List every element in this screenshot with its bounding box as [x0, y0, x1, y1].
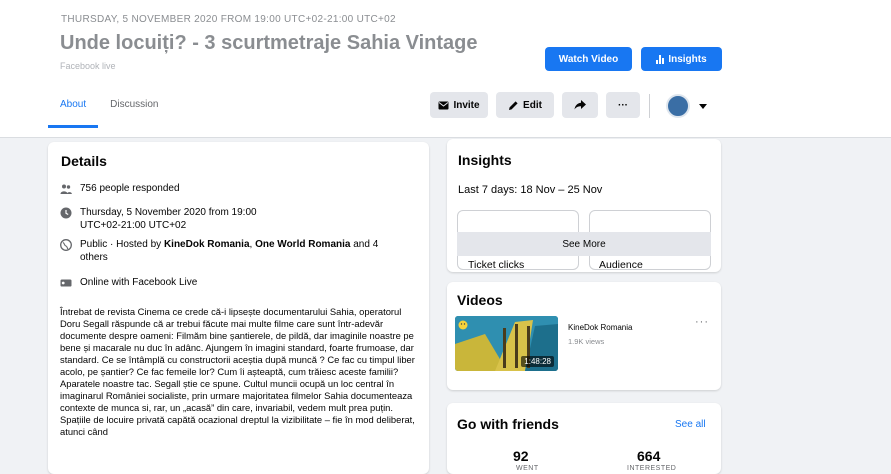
watch-video-button[interactable]: Watch Video [545, 47, 632, 71]
bar-chart-icon [656, 54, 665, 64]
envelope-icon [438, 101, 449, 109]
thumbnail-emoji-icon [458, 320, 468, 330]
see-all-link[interactable]: See all [675, 419, 706, 430]
responded-row: 756 people responded [60, 182, 410, 195]
people-icon [60, 184, 72, 194]
event-date: THURSDAY, 5 NOVEMBER 2020 FROM 19:00 UTC… [61, 14, 396, 25]
host-text: Public · Hosted by KineDok Romania, One … [80, 239, 379, 263]
watch-video-label: Watch Video [558, 53, 619, 65]
invite-label: Invite [453, 99, 480, 111]
event-description: Întrebat de revista Cinema ce crede că-i… [60, 306, 415, 437]
went-count[interactable]: 92 [513, 448, 529, 464]
host-row: Public · Hosted by KineDok Romania, One … [60, 238, 380, 264]
friends-title: Go with friends [457, 416, 559, 432]
insights-date-range: Last 7 days: 18 Nov – 25 Nov [458, 184, 603, 196]
online-text: Online with Facebook Live [80, 277, 198, 288]
insights-button-label: Insights [668, 53, 707, 65]
insights-title: Insights [458, 152, 512, 168]
event-subtitle: Facebook live [60, 61, 116, 71]
clock-icon [60, 207, 72, 219]
went-label: WENT [516, 465, 539, 472]
toolbar-divider [649, 94, 650, 118]
video-thumbnail[interactable]: 1:48:28 [455, 316, 558, 371]
tab-discussion[interactable]: Discussion [98, 91, 170, 127]
pencil-icon [509, 100, 518, 110]
globe-icon [60, 239, 72, 251]
event-title: Unde locuiți? - 3 scurtmetraje Sahia Vin… [60, 32, 478, 54]
insights-card: Insights Last 7 days: 18 Nov – 25 Nov Ti… [447, 139, 721, 272]
ticket-clicks-label: Ticket clicks [468, 259, 525, 271]
videos-title: Videos [457, 292, 503, 308]
edit-label: Edit [523, 99, 542, 111]
responded-text: 756 people responded [80, 183, 180, 194]
invite-button[interactable]: Invite [430, 92, 488, 118]
video-more-button[interactable]: ··· [695, 316, 709, 328]
more-options-button[interactable]: ··· [606, 92, 640, 118]
interested-label: INTERESTED [627, 465, 677, 472]
event-tabs: About Discussion [48, 91, 171, 128]
datetime-row: Thursday, 5 November 2020 from 19:00 UTC… [60, 206, 300, 232]
tab-about[interactable]: About [48, 91, 99, 128]
share-button[interactable] [562, 92, 598, 118]
go-with-friends-card: Go with friends See all 92 WENT 664 INTE… [447, 403, 721, 474]
event-header: THURSDAY, 5 NOVEMBER 2020 FROM 19:00 UTC… [0, 0, 891, 138]
edit-button[interactable]: Edit [496, 92, 554, 118]
video-author[interactable]: KineDok Romania [568, 323, 632, 332]
video-duration: 1:48:28 [521, 356, 554, 367]
video-views: 1.9K views [568, 337, 605, 346]
see-more-button[interactable]: See More [457, 232, 711, 256]
details-card: Details 756 people responded Thursday, 5… [48, 142, 429, 474]
videos-card: Videos 1:48:28 KineDok Romania 1.9K view… [447, 282, 721, 390]
details-title: Details [61, 153, 107, 169]
insights-button[interactable]: Insights [641, 47, 722, 71]
datetime-text: Thursday, 5 November 2020 from 19:00 UTC… [80, 207, 257, 231]
audience-label: Audience [599, 259, 643, 271]
caret-down-icon[interactable] [699, 104, 707, 110]
online-row: Online with Facebook Live [60, 276, 410, 289]
share-arrow-icon [574, 100, 586, 110]
host-link-kinedok[interactable]: KineDok Romania [164, 239, 250, 250]
interested-count[interactable]: 664 [637, 448, 660, 464]
video-camera-icon [60, 279, 72, 287]
host-link-one-world[interactable]: One World Romania [255, 239, 350, 250]
avatar[interactable] [666, 94, 690, 118]
